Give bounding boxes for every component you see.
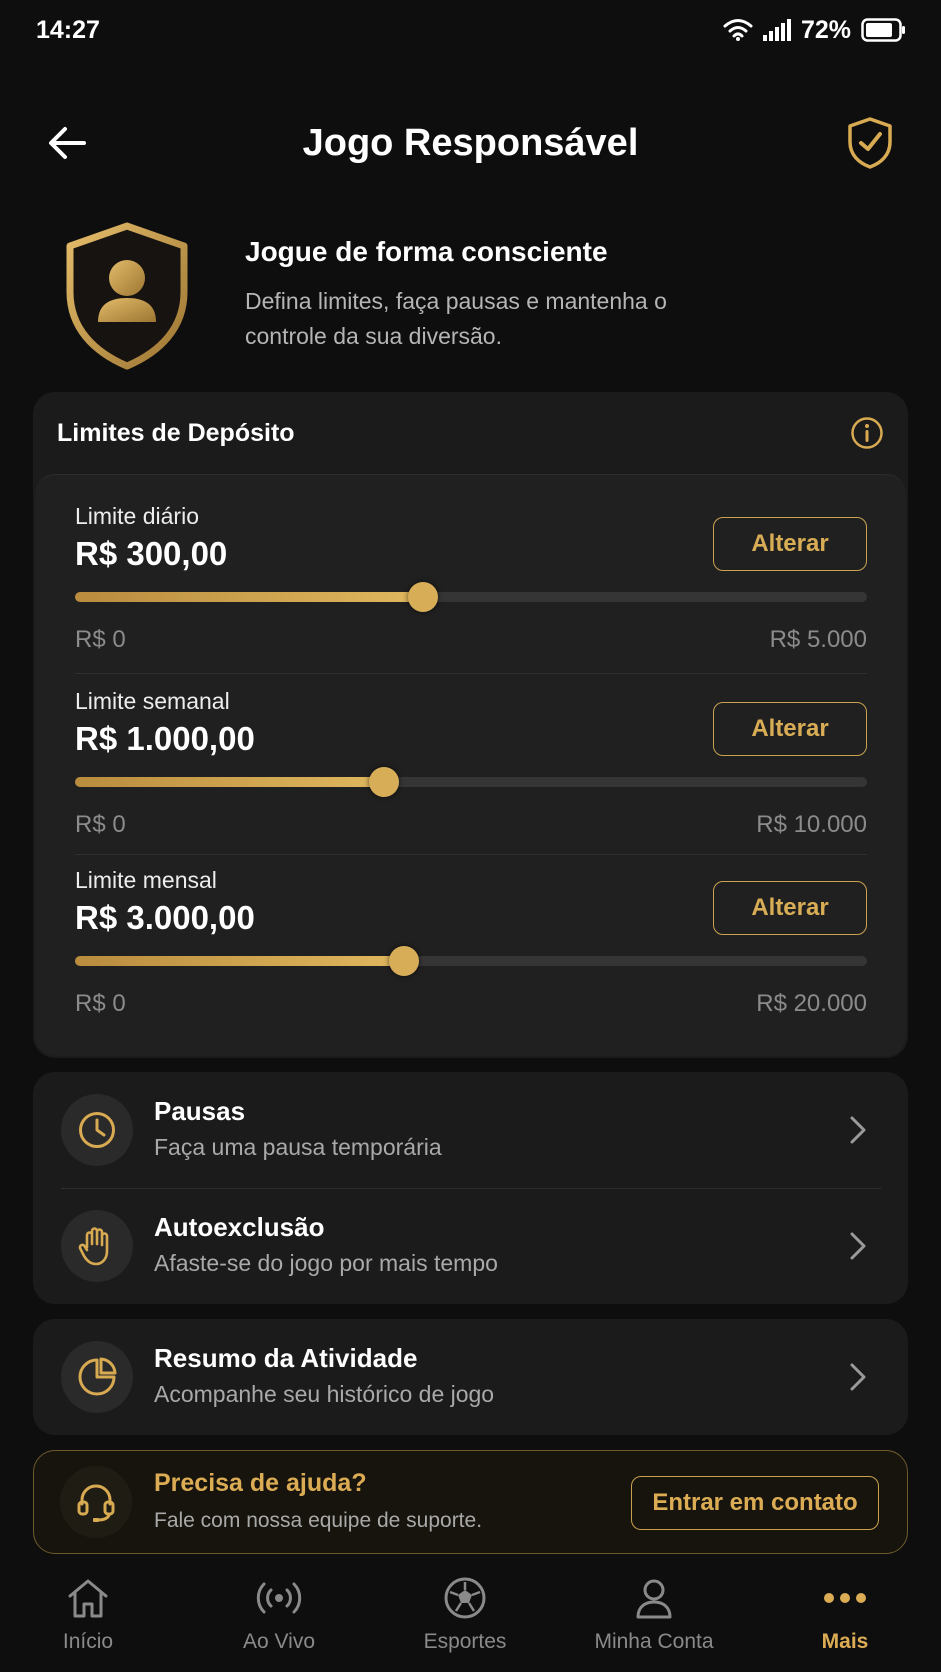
slider-thumb[interactable] bbox=[388, 946, 419, 976]
headset-icon bbox=[77, 1484, 115, 1522]
status-time: 14:27 bbox=[36, 15, 100, 44]
help-card: Precisa de ajuda? Fale com nossa equipe … bbox=[33, 1450, 908, 1554]
nav-label: Início bbox=[62, 1630, 114, 1653]
row-title: Pausas bbox=[154, 1096, 246, 1126]
alter-daily-button[interactable]: Alterar bbox=[713, 517, 867, 571]
autoexclusao-row[interactable]: Autoexclusão Afaste-se do jogo por mais … bbox=[33, 1188, 908, 1304]
contact-button[interactable]: Entrar em contato bbox=[631, 1476, 879, 1530]
limit-value: R$ 1.000,00 bbox=[75, 720, 255, 757]
shield-user-icon bbox=[66, 222, 188, 370]
hand-icon bbox=[78, 1227, 109, 1266]
home-icon bbox=[68, 1579, 108, 1618]
nav-label: Minha Conta bbox=[594, 1630, 714, 1653]
row-title: Autoexclusão bbox=[154, 1212, 325, 1242]
range-max: R$ 10.000 bbox=[756, 811, 867, 838]
limit-value: R$ 300,00 bbox=[75, 535, 228, 572]
activity-row[interactable]: Resumo da Atividade Acompanhe seu histór… bbox=[33, 1319, 908, 1435]
shield-check-icon[interactable] bbox=[845, 116, 895, 170]
soccer-ball-icon bbox=[444, 1577, 486, 1619]
limit-slider[interactable] bbox=[75, 946, 867, 976]
nav-label: Esportes bbox=[423, 1630, 507, 1653]
bottom-nav: Início Ao Vivo Esportes Minha Conta Mais bbox=[0, 1568, 941, 1672]
battery-percent: 72% bbox=[800, 15, 851, 44]
nav-label: Ao Vivo bbox=[243, 1630, 315, 1653]
limit-label: Limite mensal bbox=[75, 867, 217, 893]
back-arrow-icon[interactable] bbox=[44, 120, 90, 166]
slider-fill bbox=[75, 777, 384, 787]
hand-icon-container bbox=[61, 1210, 133, 1282]
nav-item-ao-vivo[interactable]: Ao Vivo bbox=[185, 1568, 373, 1672]
weekly-limit: Limite semanal R$ 1.000,00 Alterar R$ 0 … bbox=[75, 688, 867, 848]
slider-thumb[interactable] bbox=[408, 582, 439, 612]
alter-monthly-button[interactable]: Alterar bbox=[713, 881, 867, 935]
live-icon bbox=[256, 1582, 302, 1614]
wifi-icon bbox=[723, 19, 753, 41]
divider bbox=[75, 673, 867, 674]
help-title: Precisa de ajuda? bbox=[154, 1469, 367, 1497]
limit-slider[interactable] bbox=[75, 582, 867, 612]
nav-item-minha-conta[interactable]: Minha Conta bbox=[560, 1568, 748, 1672]
intro-description: Defina limites, faça pausas e mantenha o… bbox=[245, 288, 667, 349]
deposit-limits-title: Limites de Depósito bbox=[57, 418, 295, 447]
page-title: Jogo Responsável bbox=[302, 121, 639, 164]
limits-list: Limite diário R$ 300,00 Alterar R$ 0 R$ … bbox=[35, 474, 906, 1056]
status-bar: 14:27 72% bbox=[0, 0, 941, 60]
headset-icon-container bbox=[60, 1466, 132, 1538]
slider-fill bbox=[75, 956, 404, 966]
divider bbox=[75, 854, 867, 855]
nav-item-inicio[interactable]: Início bbox=[0, 1568, 182, 1672]
help-subtitle: Fale com nossa equipe de suporte. bbox=[154, 1509, 483, 1532]
pausas-row[interactable]: Pausas Faça uma pausa temporária bbox=[33, 1072, 908, 1189]
range-max: R$ 5.000 bbox=[769, 626, 867, 653]
alter-weekly-button[interactable]: Alterar bbox=[713, 702, 867, 756]
limit-value: R$ 3.000,00 bbox=[75, 899, 255, 936]
battery-icon bbox=[861, 18, 905, 42]
pie-chart-icon-container bbox=[61, 1341, 133, 1413]
limit-label: Limite diário bbox=[75, 503, 199, 529]
more-icon bbox=[824, 1593, 866, 1603]
row-title: Resumo da Atividade bbox=[154, 1343, 418, 1373]
status-indicators: 72% bbox=[723, 16, 907, 45]
range-min: R$ 0 bbox=[75, 990, 126, 1017]
chevron-right-icon bbox=[850, 1363, 866, 1391]
row-subtitle: Acompanhe seu histórico de jogo bbox=[154, 1381, 495, 1407]
limit-label: Limite semanal bbox=[75, 688, 230, 714]
info-icon[interactable] bbox=[850, 416, 884, 450]
range-max: R$ 20.000 bbox=[756, 990, 867, 1017]
row-subtitle: Afaste-se do jogo por mais tempo bbox=[154, 1250, 498, 1276]
deposit-limits-card: Limites de Depósito Limite diário R$ 300… bbox=[33, 392, 908, 1058]
chevron-right-icon bbox=[850, 1232, 866, 1260]
range-min: R$ 0 bbox=[75, 626, 126, 653]
deposit-limits-header: Limites de Depósito bbox=[33, 392, 908, 474]
user-icon bbox=[636, 1579, 672, 1619]
range-min: R$ 0 bbox=[75, 811, 126, 838]
controls-card: Pausas Faça uma pausa temporária Autoexc… bbox=[33, 1072, 908, 1304]
slider-thumb[interactable] bbox=[368, 767, 399, 797]
nav-item-mais[interactable]: Mais bbox=[751, 1568, 939, 1672]
slider-fill bbox=[75, 592, 424, 602]
intro-title: Jogue de forma consciente bbox=[245, 236, 608, 267]
monthly-limit: Limite mensal R$ 3.000,00 Alterar R$ 0 R… bbox=[75, 867, 867, 1027]
signal-icon bbox=[762, 19, 791, 41]
limit-slider[interactable] bbox=[75, 767, 867, 797]
row-subtitle: Faça uma pausa temporária bbox=[154, 1134, 442, 1160]
nav-item-esportes[interactable]: Esportes bbox=[371, 1568, 559, 1672]
chevron-right-icon bbox=[850, 1116, 866, 1144]
daily-limit: Limite diário R$ 300,00 Alterar R$ 0 R$ … bbox=[75, 503, 867, 663]
intro-section: Jogue de forma consciente Defina limites… bbox=[62, 222, 892, 372]
nav-header: Jogo Responsável bbox=[0, 100, 941, 186]
nav-label: Mais bbox=[821, 1630, 869, 1653]
pie-chart-icon bbox=[78, 1357, 117, 1396]
activity-card: Resumo da Atividade Acompanhe seu histór… bbox=[33, 1319, 908, 1435]
clock-icon-container bbox=[61, 1094, 133, 1166]
clock-icon bbox=[79, 1112, 115, 1148]
